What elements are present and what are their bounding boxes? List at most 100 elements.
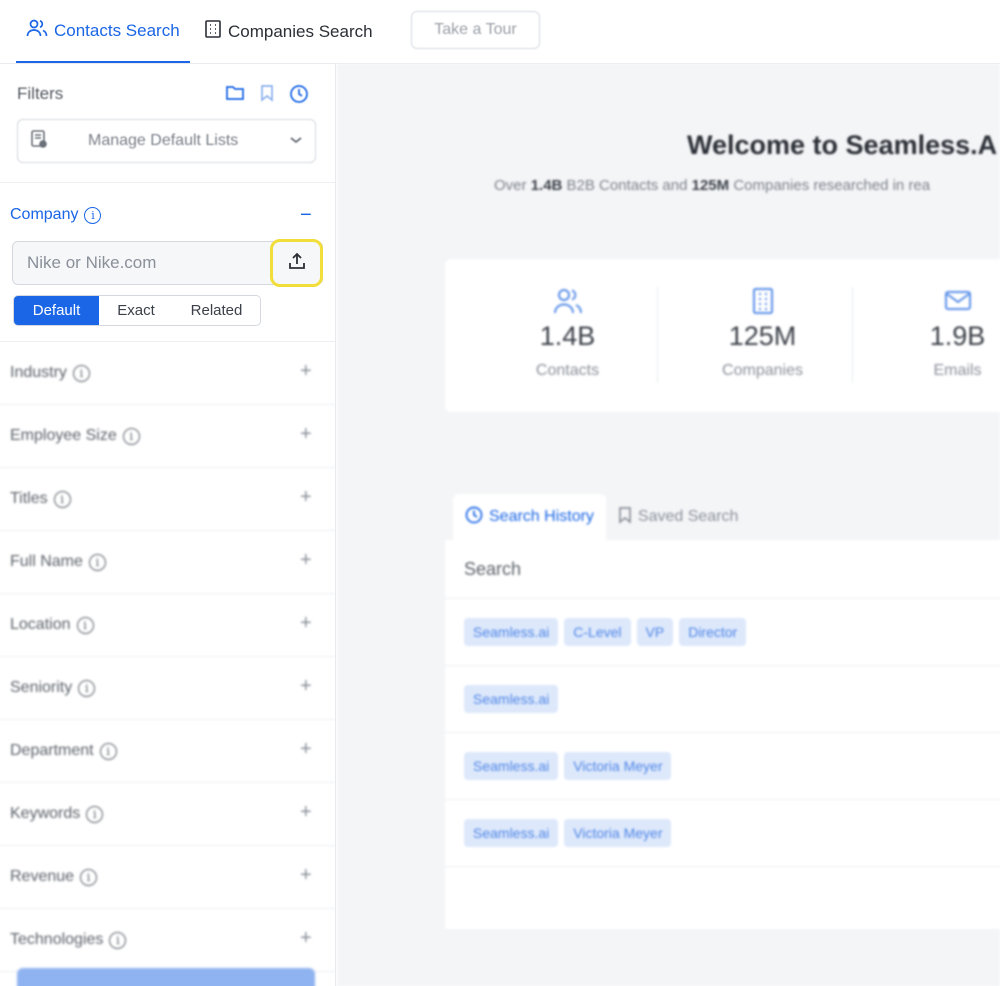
history-row[interactable]: Seamless.ai C-Level VP Director xyxy=(445,599,1000,666)
filter-full-name[interactable]: Full Name i + xyxy=(0,531,335,594)
tab-search-history[interactable]: Search History xyxy=(453,494,606,540)
upload-button[interactable] xyxy=(270,239,323,287)
expand-icon[interactable]: + xyxy=(300,738,312,761)
filter-label: Employee Size xyxy=(10,427,117,444)
folder-icon[interactable] xyxy=(225,84,245,109)
divider xyxy=(852,287,853,383)
filter-titles[interactable]: Titles i + xyxy=(0,468,335,531)
mode-related-button[interactable]: Related xyxy=(173,296,260,325)
tab-label: Search History xyxy=(489,508,594,525)
manage-default-lists-select[interactable]: Manage Default Lists xyxy=(17,119,316,163)
filter-keywords[interactable]: Keywords i + xyxy=(0,783,335,846)
filters-actions xyxy=(225,84,309,109)
stat-companies: 125M Companies xyxy=(665,287,860,380)
top-nav: Contacts Search Companies Search Take a … xyxy=(0,0,1000,64)
expand-icon[interactable]: + xyxy=(300,486,312,509)
filter-label: Department xyxy=(10,742,94,759)
divider xyxy=(0,182,335,183)
clock-icon xyxy=(465,506,483,529)
company-filter-title[interactable]: Company i xyxy=(10,206,102,224)
search-chip: VP xyxy=(636,618,674,646)
search-chip: Seamless.ai xyxy=(464,752,559,780)
tab-saved-search[interactable]: Saved Search xyxy=(606,494,751,540)
info-icon[interactable]: i xyxy=(109,931,127,949)
filter-label: Seniority xyxy=(10,679,73,696)
search-history-table: Search Seamless.ai C-Level VP Director S… xyxy=(445,540,1000,929)
stat-label: Companies xyxy=(722,362,803,379)
expand-icon[interactable]: + xyxy=(300,549,312,572)
list-icon xyxy=(30,129,48,154)
manage-lists-label: Manage Default Lists xyxy=(88,132,239,149)
stat-emails: 1.9B Emails xyxy=(860,287,1000,380)
search-chip: Seamless.ai xyxy=(464,685,559,713)
main-content: Welcome to Seamless.A Over 1.4B B2B Cont… xyxy=(337,64,1000,986)
info-icon[interactable]: i xyxy=(53,490,71,508)
filter-label: Location xyxy=(10,616,71,633)
expand-icon[interactable]: + xyxy=(300,927,312,950)
subtitle-companies: 125M xyxy=(691,177,730,194)
expand-icon[interactable]: + xyxy=(300,801,312,824)
upload-icon xyxy=(287,251,307,276)
collapse-icon[interactable]: − xyxy=(300,204,312,227)
search-chip: Victoria Meyer xyxy=(564,819,672,847)
stat-value: 1.4B xyxy=(539,321,596,351)
stat-value: 1.9B xyxy=(929,321,986,351)
expand-icon[interactable]: + xyxy=(300,612,312,635)
filters-title: Filters xyxy=(17,84,64,103)
info-icon[interactable]: i xyxy=(84,206,102,224)
filter-revenue[interactable]: Revenue i + xyxy=(0,846,335,909)
filter-location[interactable]: Location i + xyxy=(0,594,335,657)
divider xyxy=(657,287,658,383)
stat-label: Contacts xyxy=(535,362,600,379)
info-icon[interactable]: i xyxy=(80,868,98,886)
info-icon[interactable]: i xyxy=(88,553,106,571)
filter-label: Keywords xyxy=(10,805,81,822)
expand-icon[interactable]: + xyxy=(300,675,312,698)
filter-label: Titles xyxy=(10,490,48,507)
tab-companies-search[interactable]: Companies Search xyxy=(204,0,373,63)
filters-sidebar: Filters Manage Default Lists Company i − xyxy=(0,64,336,986)
tab-contacts-search[interactable]: Contacts Search xyxy=(16,0,190,63)
filter-department[interactable]: Department i + xyxy=(0,720,335,783)
info-icon[interactable]: i xyxy=(78,679,96,697)
search-button[interactable] xyxy=(17,968,315,986)
info-icon[interactable]: i xyxy=(72,364,90,382)
history-tabs: Search History Saved Search xyxy=(453,494,750,540)
bookmark-icon[interactable] xyxy=(259,84,275,109)
history-header: Search xyxy=(445,540,1000,599)
subtitle-text: Companies researched in rea xyxy=(729,177,931,194)
clock-icon[interactable] xyxy=(289,84,309,109)
history-row[interactable]: Seamless.ai xyxy=(445,666,1000,733)
expand-icon[interactable]: + xyxy=(300,423,312,446)
filter-industry[interactable]: Industry i + xyxy=(0,342,335,405)
info-icon[interactable]: i xyxy=(86,805,104,823)
filter-label: Industry xyxy=(10,364,67,381)
stat-contacts: 1.4B Contacts xyxy=(470,287,665,380)
subtitle-contacts: 1.4B xyxy=(530,177,563,194)
info-icon[interactable]: i xyxy=(122,427,140,445)
search-chip: Victoria Meyer xyxy=(564,752,672,780)
mail-icon xyxy=(860,287,1000,315)
filter-seniority[interactable]: Seniority i + xyxy=(0,657,335,720)
mode-default-button[interactable]: Default xyxy=(14,296,99,325)
filter-employee-size[interactable]: Employee Size i + xyxy=(0,405,335,468)
building-icon xyxy=(665,287,860,315)
expand-icon[interactable]: + xyxy=(300,864,312,887)
info-icon[interactable]: i xyxy=(99,742,117,760)
welcome-subtitle: Over 1.4B B2B Contacts and 125M Companie… xyxy=(494,177,930,194)
filter-technologies[interactable]: Technologies i + xyxy=(0,909,335,972)
match-mode-toggle: Default Exact Related xyxy=(13,295,261,326)
subtitle-text: B2B Contacts and xyxy=(562,177,692,194)
tab-label: Companies Search xyxy=(228,21,373,41)
info-icon[interactable]: i xyxy=(76,616,94,634)
expand-icon[interactable]: + xyxy=(300,360,312,383)
take-a-tour-button[interactable]: Take a Tour xyxy=(411,11,540,49)
company-label: Company xyxy=(10,206,79,223)
company-filter: Company i − Default Exact Related xyxy=(0,184,335,341)
history-row[interactable]: Seamless.ai Victoria Meyer xyxy=(445,800,1000,867)
history-row[interactable]: Seamless.ai Victoria Meyer xyxy=(445,733,1000,800)
tab-label: Saved Search xyxy=(637,508,739,525)
stat-label: Emails xyxy=(933,362,982,379)
filter-label: Full Name xyxy=(10,553,83,570)
mode-exact-button[interactable]: Exact xyxy=(99,296,173,325)
